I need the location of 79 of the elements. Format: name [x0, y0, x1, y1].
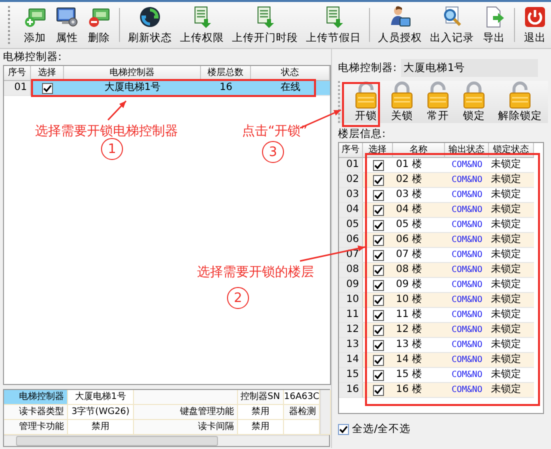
section-label: 楼层信息:	[338, 128, 387, 141]
toolbar-button[interactable]: 刷新状态	[124, 2, 176, 48]
table-cell: 大厦电梯1号	[64, 81, 201, 96]
table-cell: 12	[339, 323, 363, 338]
toolbar-button[interactable]: 添加	[19, 2, 51, 48]
lock-toolbar-button[interactable]: 锁定	[456, 81, 492, 123]
toolbar-button[interactable]: 出入记录	[426, 2, 478, 48]
table-cell: 未锁定	[489, 383, 534, 398]
toolbar-button[interactable]: 删除	[83, 2, 115, 48]
table-cell: 未锁定	[489, 263, 534, 278]
lock-toolbar-button[interactable]: 常开	[420, 81, 456, 123]
table-cell: 03	[339, 188, 363, 203]
controller-field: 大厦电梯1号	[400, 59, 538, 77]
section-label: 电梯控制器:	[3, 51, 63, 64]
table-cell: 08	[339, 263, 363, 278]
column-header: 序号	[339, 143, 363, 158]
lock-toolbar-button[interactable]: 解除锁定	[492, 81, 548, 123]
annotation-text: 选择需要开锁的楼层	[197, 264, 314, 281]
table-cell: 04 楼	[393, 203, 445, 218]
step-number: 1	[101, 138, 123, 160]
table-cell: 02 楼	[393, 173, 445, 188]
table-cell: COM&NO	[445, 383, 489, 398]
toolbar-button[interactable]: 人员授权	[374, 2, 426, 48]
table-cell: 14	[339, 353, 363, 368]
field-label: 电梯控制器:	[338, 62, 397, 74]
toolbar-button[interactable]: 属性	[51, 2, 83, 48]
annotation-text: 选择需要开锁电梯控制器	[35, 123, 178, 140]
table-cell: 15	[339, 368, 363, 383]
property-label: 读卡间隔	[134, 420, 238, 435]
step-number: 3	[262, 141, 284, 163]
table-cell: 06	[339, 233, 363, 248]
table-cell: 01	[339, 158, 363, 173]
table-cell: 在线	[251, 81, 330, 96]
property-label: 读卡器类型	[4, 405, 68, 420]
table-cell: 10	[339, 293, 363, 308]
checkbox-label[interactable]: 全选/全不选	[352, 422, 411, 436]
table-cell: 未锁定	[489, 173, 534, 188]
column-header: 序号	[4, 66, 31, 81]
toolbar-button[interactable]: 上传节假日	[302, 2, 365, 48]
table-cell: 06 楼	[393, 233, 445, 248]
property-label: 器检测	[284, 405, 320, 420]
table-cell: 05	[339, 218, 363, 233]
table-cell: 未锁定	[489, 353, 534, 368]
table-cell: 13	[339, 338, 363, 353]
table-cell: COM&NO	[445, 263, 489, 278]
table-cell: 未锁定	[489, 203, 534, 218]
table-cell: 未锁定	[489, 233, 534, 248]
table-cell: COM&NO	[445, 173, 489, 188]
property-label: 管理卡功能	[4, 420, 68, 435]
property-label: 控制器SN	[238, 390, 284, 405]
table-cell: 未锁定	[489, 293, 534, 308]
step-number: 2	[227, 287, 249, 309]
property-label: 电梯控制器	[4, 390, 68, 405]
table-cell: COM&NO	[445, 293, 489, 308]
table-row[interactable]: 01 大厦电梯1号 16 在线	[4, 81, 330, 96]
table-cell: 10 楼	[393, 293, 445, 308]
toolbar-button[interactable]: 上传权限	[176, 2, 228, 48]
table-cell: 04	[339, 203, 363, 218]
property-label: 键盘管理功能	[134, 405, 238, 420]
table-cell: 16 楼	[393, 383, 445, 398]
toolbar-button[interactable]: 导出	[478, 2, 510, 48]
table-cell: 08 楼	[393, 263, 445, 278]
table-cell: COM&NO	[445, 353, 489, 368]
lock-toolbar-button[interactable]: 关锁	[384, 81, 420, 123]
table-cell: COM&NO	[445, 233, 489, 248]
table-cell: 11	[339, 308, 363, 323]
toolbar-button[interactable]: 上传开门时段	[228, 2, 302, 48]
table-cell: 02	[339, 173, 363, 188]
table-cell: 01	[4, 81, 31, 96]
table-cell: 09	[339, 278, 363, 293]
table-cell: 16	[339, 383, 363, 398]
toolbar-button[interactable]: 退出	[519, 2, 551, 48]
table-cell: COM&NO	[445, 203, 489, 218]
table-cell: 14 楼	[393, 353, 445, 368]
table-cell: 12 楼	[393, 323, 445, 338]
table-cell: 未锁定	[489, 323, 534, 338]
table-cell: COM&NO	[445, 323, 489, 338]
lock-toolbar-button[interactable]: 开锁	[348, 81, 384, 123]
table-cell: 16	[201, 81, 251, 96]
